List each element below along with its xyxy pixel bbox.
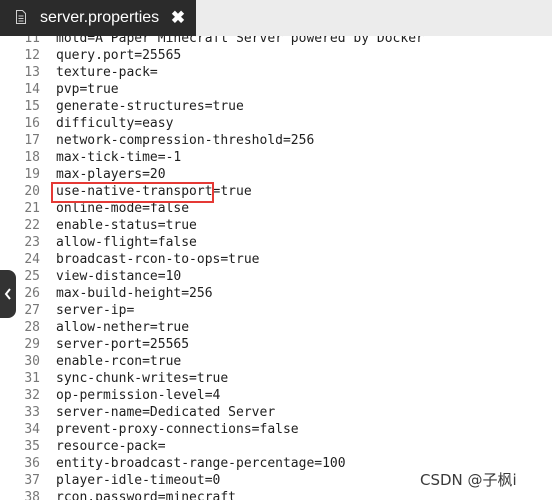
line-text: difficulty=easy (56, 116, 174, 131)
line-number: 38 (24, 490, 40, 500)
line-text: rcon.password=minecraft (56, 490, 237, 500)
line-text: allow-nether=true (56, 320, 190, 335)
line-text: server-port=25565 (56, 337, 190, 352)
line-number: 20 (24, 184, 40, 199)
sidebar-toggle-button[interactable] (0, 270, 16, 318)
line-text: enable-rcon=true (56, 354, 182, 369)
code-line: 18 max-tick-time=-1 (0, 149, 552, 166)
line-text: query.port=25565 (56, 48, 182, 63)
chevron-left-icon (4, 288, 11, 300)
code-line: 16 difficulty=easy (0, 115, 552, 132)
code-line: 14 pvp=true (0, 81, 552, 98)
line-number: 35 (24, 439, 40, 454)
code-line: 17 network-compression-threshold=256 (0, 132, 552, 149)
line-text: enable-status=true (56, 218, 197, 233)
line-text: view-distance=10 (56, 269, 182, 284)
line-number: 30 (24, 354, 40, 369)
line-text: broadcast-rcon-to-ops=true (56, 252, 260, 267)
line-number: 29 (24, 337, 40, 352)
line-number: 18 (24, 150, 40, 165)
line-number: 11 (24, 36, 40, 46)
line-text: texture-pack= (56, 65, 158, 80)
line-text: resource-pack= (56, 439, 166, 454)
line-text: max-players=20 (56, 167, 166, 182)
highlight-annotation-box (51, 182, 214, 203)
line-number: 12 (24, 48, 40, 63)
line-text: motd=A Paper Minecraft Server powered by… (56, 36, 424, 46)
line-number: 31 (24, 371, 40, 386)
line-text: entity-broadcast-range-percentage=100 (56, 456, 346, 471)
line-text: prevent-proxy-connections=false (56, 422, 299, 437)
line-text: sync-chunk-writes=true (56, 371, 229, 386)
code-line: 29 server-port=25565 (0, 336, 552, 353)
line-number: 15 (24, 99, 40, 114)
line-text: player-idle-timeout=0 (56, 473, 221, 488)
code-line: 31 sync-chunk-writes=true (0, 370, 552, 387)
code-line: 26 max-build-height=256 (0, 285, 552, 302)
code-line: 27 server-ip= (0, 302, 552, 319)
code-line: 32 op-permission-level=4 (0, 387, 552, 404)
code-line: 23 allow-flight=false (0, 234, 552, 251)
line-number: 19 (24, 167, 40, 182)
line-text: max-tick-time=-1 (56, 150, 182, 165)
code-line: 13 texture-pack= (0, 64, 552, 81)
line-number: 33 (24, 405, 40, 420)
line-text: server-name=Dedicated Server (56, 405, 276, 420)
line-text: allow-flight=false (56, 235, 197, 250)
code-line: 35 resource-pack= (0, 438, 552, 455)
code-line: 38 rcon.password=minecraft (0, 489, 552, 500)
code-lines: 11 motd=A Paper Minecraft Server powered … (0, 36, 552, 500)
line-text: max-build-height=256 (56, 286, 213, 301)
code-line: 11 motd=A Paper Minecraft Server powered … (0, 36, 552, 47)
code-line: 22 enable-status=true (0, 217, 552, 234)
line-number: 17 (24, 133, 40, 148)
tab-title: server.properties (40, 9, 160, 26)
file-icon (16, 10, 26, 24)
code-line: 15 generate-structures=true (0, 98, 552, 115)
code-line: 25 view-distance=10 (0, 268, 552, 285)
code-line: 19 max-players=20 (0, 166, 552, 183)
code-line: 33 server-name=Dedicated Server (0, 404, 552, 421)
line-number: 16 (24, 116, 40, 131)
tab-server-properties[interactable]: server.properties ✖ (0, 0, 196, 36)
code-line: 34 prevent-proxy-connections=false (0, 421, 552, 438)
line-number: 14 (24, 82, 40, 97)
line-number: 21 (24, 201, 40, 216)
code-line: 12 query.port=25565 (0, 47, 552, 64)
line-number: 22 (24, 218, 40, 233)
line-number: 34 (24, 422, 40, 437)
line-text: server-ip= (56, 303, 135, 318)
line-number: 23 (24, 235, 40, 250)
line-number: 37 (24, 473, 40, 488)
code-line: 24 broadcast-rcon-to-ops=true (0, 251, 552, 268)
line-number: 24 (24, 252, 40, 267)
line-text: op-permission-level=4 (56, 388, 221, 403)
line-number: 32 (24, 388, 40, 403)
line-number: 28 (24, 320, 40, 335)
code-line: 28 allow-nether=true (0, 319, 552, 336)
line-text: network-compression-threshold=256 (56, 133, 315, 148)
tab-bar: server.properties ✖ (0, 0, 552, 36)
code-line: 30 enable-rcon=true (0, 353, 552, 370)
line-text: pvp=true (56, 82, 119, 97)
watermark: CSDN @子枫i (420, 471, 517, 489)
line-number: 36 (24, 456, 40, 471)
code-editor[interactable]: 11 motd=A Paper Minecraft Server powered … (0, 36, 552, 500)
close-icon[interactable]: ✖ (170, 8, 186, 28)
line-text: generate-structures=true (56, 99, 244, 114)
line-number: 13 (24, 65, 40, 80)
